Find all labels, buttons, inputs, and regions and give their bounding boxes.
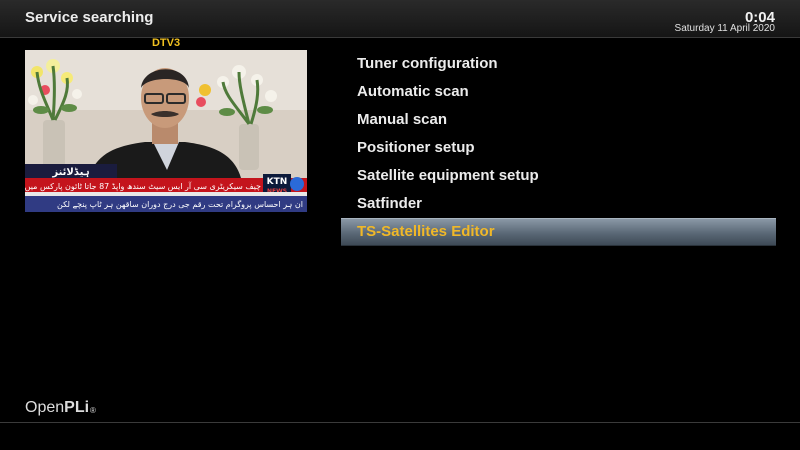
menu-item-automatic-scan[interactable]: Automatic scan <box>341 78 776 106</box>
ticker-line-1: چیف سیکریٹری سی آر ایس سیٹ سندھ واپڈ 87 … <box>25 181 261 191</box>
tv-preview: ہیڈلائنز چیف سیکریٹری سی آر ایس سیٹ سندھ… <box>25 50 307 218</box>
menu-item-satfinder[interactable]: Satfinder <box>341 190 776 218</box>
headline-tag: ہیڈلائنز <box>51 167 89 178</box>
tv-preview-image: ہیڈلائنز چیف سیکریٹری سی آر ایس سیٹ سندھ… <box>25 50 307 218</box>
logo-part-open: Open <box>25 399 65 416</box>
date: Saturday 11 April 2020 <box>674 23 775 34</box>
channel-name: DTV3 <box>151 37 181 49</box>
footer-divider <box>0 422 800 423</box>
logo-part-pli: PLi <box>64 399 90 416</box>
screen-title: Service searching <box>25 9 154 26</box>
menu-item-tuner-configuration[interactable]: Tuner configuration <box>341 50 776 78</box>
setup-menu: Tuner configuration Automatic scan Manua… <box>341 50 776 246</box>
openpli-logo: OpenPLi® <box>25 399 96 417</box>
screen: Service searching 0:04 Saturday 11 April… <box>0 0 800 450</box>
header-bar: Service searching 0:04 Saturday 11 April… <box>0 0 800 38</box>
menu-item-ts-satellites-editor[interactable]: TS-Satellites Editor <box>341 218 776 246</box>
menu-item-manual-scan[interactable]: Manual scan <box>341 106 776 134</box>
svg-text:KTN: KTN <box>267 177 288 187</box>
ticker-line-2: ان ہر احساس پروگرام تحت رقم جی درج دوران… <box>57 199 303 209</box>
menu-item-satellite-equipment-setup[interactable]: Satellite equipment setup <box>341 162 776 190</box>
logo-registered-mark: ® <box>90 406 96 415</box>
menu-item-positioner-setup[interactable]: Positioner setup <box>341 134 776 162</box>
